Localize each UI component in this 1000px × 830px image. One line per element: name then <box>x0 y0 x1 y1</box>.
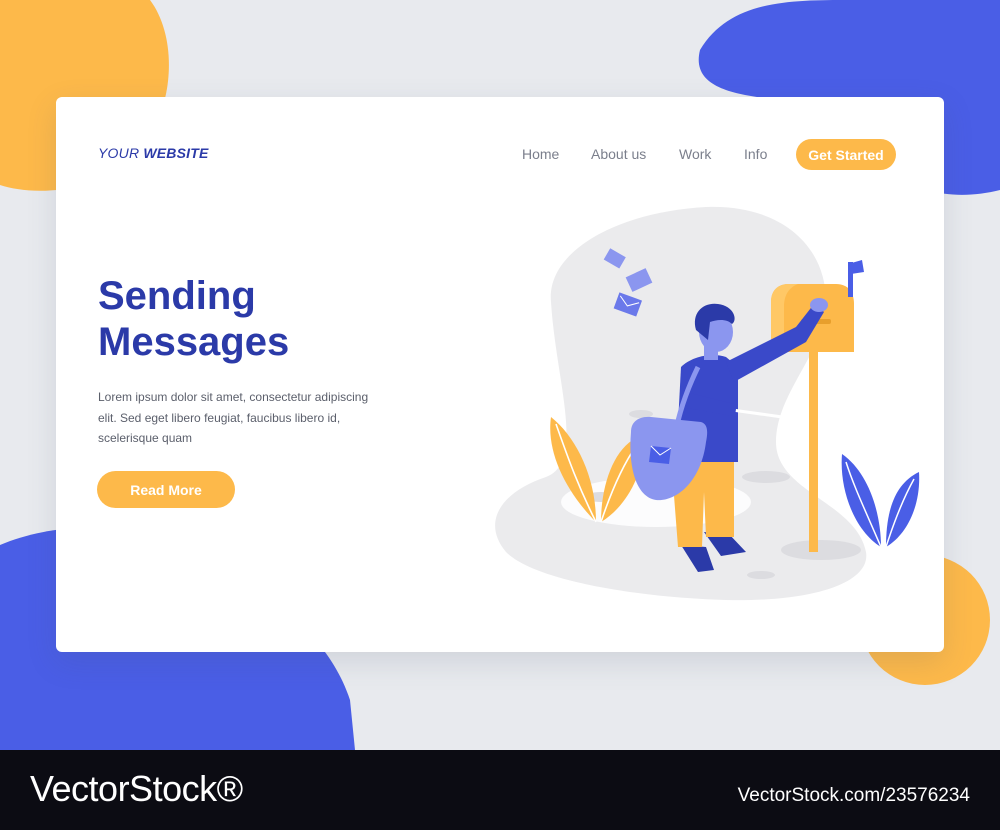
ground-stone-4 <box>747 571 775 579</box>
nav-home[interactable]: Home <box>522 146 559 162</box>
watermark-bar: VectorStock® VectorStock.com/23576234 <box>0 750 1000 830</box>
read-more-button[interactable]: Read More <box>97 471 235 508</box>
watermark-brand: VectorStock® <box>30 768 243 809</box>
site-logo[interactable]: YOUR WEBSITE <box>98 145 209 161</box>
logo-bold: WEBSITE <box>143 145 209 161</box>
nav-info[interactable]: Info <box>744 146 767 162</box>
page-title: Sending Messages <box>98 273 289 365</box>
hero-description: Lorem ipsum dolor sit amet, consectetur … <box>98 390 369 445</box>
nav-about-us[interactable]: About us <box>591 146 646 162</box>
title-line-2: Messages <box>98 320 290 364</box>
get-started-button[interactable]: Get Started <box>796 139 896 170</box>
hero-illustration <box>495 206 920 601</box>
ground-stone-5 <box>629 410 653 418</box>
watermark-id: VectorStock.com/23576234 <box>737 785 970 806</box>
ground-stone-2 <box>742 471 790 483</box>
nav-work[interactable]: Work <box>679 146 711 162</box>
title-line-1: Sending <box>98 274 256 318</box>
logo-prefix: YOUR <box>98 145 144 161</box>
landing-card: YOUR WEBSITE Home About us Work Info Get… <box>56 97 944 652</box>
ground-stone-3 <box>781 540 861 560</box>
